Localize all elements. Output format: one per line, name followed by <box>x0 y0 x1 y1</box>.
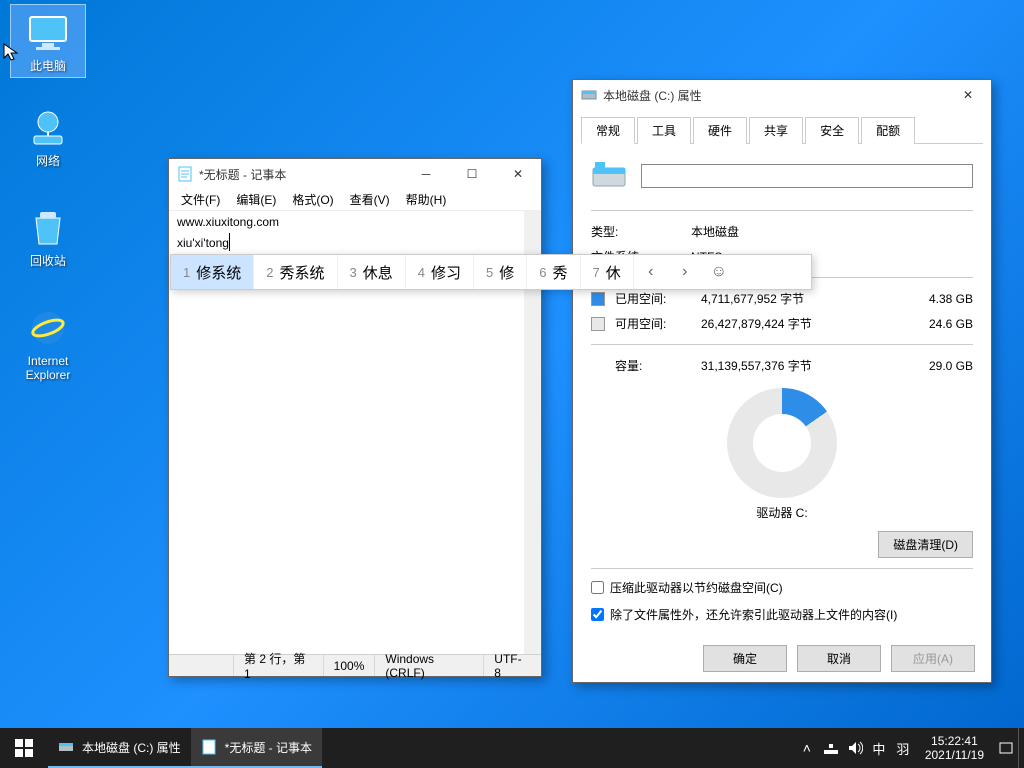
free-size: 24.6 GB <box>893 317 973 331</box>
menu-help[interactable]: 帮助(H) <box>398 189 455 210</box>
computer-icon <box>24 9 72 57</box>
disk-cleanup-button[interactable]: 磁盘清理(D) <box>878 531 973 558</box>
ime-emoji-button[interactable]: ☺ <box>702 255 736 289</box>
taskbar-item-properties[interactable]: 本地磁盘 (C:) 属性 <box>48 728 191 768</box>
desktop-icon-label: 此电脑 <box>30 59 66 73</box>
menu-view[interactable]: 查看(V) <box>342 189 398 210</box>
status-position: 第 2 行，第 1 <box>233 655 323 676</box>
drive-icon <box>58 739 74 755</box>
free-swatch <box>591 317 605 331</box>
drive-icon <box>581 87 597 103</box>
menu-edit[interactable]: 编辑(E) <box>228 189 284 210</box>
tab-quota[interactable]: 配额 <box>861 117 915 144</box>
drive-label: 驱动器 C: <box>591 504 973 521</box>
ime-candidate-4[interactable]: 4修习 <box>406 255 474 289</box>
status-encoding: UTF-8 <box>483 655 537 676</box>
titlebar[interactable]: 本地磁盘 (C:) 属性 ✕ <box>573 80 991 110</box>
index-checkbox[interactable] <box>591 608 604 621</box>
tray-chevron-up-icon[interactable]: ˄ <box>795 728 819 768</box>
apply-button[interactable]: 应用(A) <box>891 645 975 672</box>
cap-size: 29.0 GB <box>893 359 973 373</box>
free-bytes: 26,427,879,424 字节 <box>701 315 893 332</box>
tab-tools[interactable]: 工具 <box>637 117 691 144</box>
taskbar: 本地磁盘 (C:) 属性 *无标题 - 记事本 ˄ 中 羽 15:22:41 2… <box>0 728 1024 768</box>
start-button[interactable] <box>0 728 48 768</box>
tab-hardware[interactable]: 硬件 <box>693 117 747 144</box>
maximize-button[interactable]: ☐ <box>449 159 495 189</box>
desktop-icon-label: 回收站 <box>30 254 66 268</box>
tray-network-icon[interactable] <box>819 728 843 768</box>
tray-ime-lang[interactable]: 中 <box>867 728 891 768</box>
ime-prev-button[interactable]: ‹ <box>634 255 668 289</box>
show-desktop-button[interactable] <box>1018 728 1024 768</box>
system-tray: ˄ 中 羽 15:22:41 2021/11/19 <box>795 728 1024 768</box>
taskbar-item-notepad[interactable]: *无标题 - 记事本 <box>191 728 322 768</box>
tray-ime-mode[interactable]: 羽 <box>891 728 915 768</box>
menu-format[interactable]: 格式(O) <box>284 189 341 210</box>
mouse-cursor-icon <box>2 42 22 62</box>
notepad-window: *无标题 - 记事本 ─ ☐ ✕ 文件(F) 编辑(E) 格式(O) 查看(V)… <box>168 158 542 677</box>
usage-pie-chart <box>727 388 837 498</box>
tab-security[interactable]: 安全 <box>805 117 859 144</box>
free-label: 可用空间: <box>615 315 701 332</box>
notepad-icon <box>177 166 193 182</box>
compress-checkbox[interactable] <box>591 581 604 594</box>
tray-notifications-icon[interactable] <box>994 728 1018 768</box>
desktop-icon-ie[interactable]: Internet Explorer <box>10 300 86 386</box>
ok-button[interactable]: 确定 <box>703 645 787 672</box>
status-eol: Windows (CRLF) <box>374 655 483 676</box>
tray-volume-icon[interactable] <box>843 728 867 768</box>
ime-next-button[interactable]: › <box>668 255 702 289</box>
cancel-button[interactable]: 取消 <box>797 645 881 672</box>
tab-general[interactable]: 常规 <box>581 117 635 144</box>
close-button[interactable]: ✕ <box>495 159 541 189</box>
cap-bytes: 31,139,557,376 字节 <box>701 357 893 374</box>
properties-window: 本地磁盘 (C:) 属性 ✕ 常规 工具 硬件 共享 安全 配额 类型:本地磁盘… <box>572 79 992 683</box>
close-button[interactable]: ✕ <box>945 80 991 110</box>
ime-candidate-6[interactable]: 6秀 <box>527 255 580 289</box>
recycle-bin-icon <box>24 204 72 252</box>
menubar: 文件(F) 编辑(E) 格式(O) 查看(V) 帮助(H) <box>169 189 541 211</box>
index-checkbox-row[interactable]: 除了文件属性外，还允许索引此驱动器上文件的内容(I) <box>591 606 973 623</box>
drive-large-icon <box>591 158 627 194</box>
desktop-icon-label: Internet Explorer <box>26 354 71 382</box>
desktop-icon-this-pc[interactable]: 此电脑 <box>10 4 86 78</box>
statusbar: 第 2 行，第 1 100% Windows (CRLF) UTF-8 <box>169 654 541 676</box>
cap-label: 容量: <box>615 357 701 374</box>
desktop-icon-recycle-bin[interactable]: 回收站 <box>10 200 86 272</box>
tab-sharing[interactable]: 共享 <box>749 117 803 144</box>
window-title: 本地磁盘 (C:) 属性 <box>603 87 945 104</box>
type-label: 类型: <box>591 223 691 240</box>
notepad-icon <box>201 739 217 755</box>
drive-name-input[interactable] <box>641 164 973 188</box>
window-title: *无标题 - 记事本 <box>199 166 403 183</box>
used-bytes: 4,711,677,952 字节 <box>701 290 893 307</box>
used-swatch <box>591 292 605 306</box>
used-label: 已用空间: <box>615 290 701 307</box>
ime-candidate-bar: 1修系统 2秀系统 3休息 4修习 5修 6秀 7休 ‹ › ☺ <box>170 254 812 290</box>
tray-clock[interactable]: 15:22:41 2021/11/19 <box>915 734 994 762</box>
ime-candidate-7[interactable]: 7休 <box>581 255 634 289</box>
ime-candidate-5[interactable]: 5修 <box>474 255 527 289</box>
ime-candidate-1[interactable]: 1修系统 <box>171 255 254 289</box>
titlebar[interactable]: *无标题 - 记事本 ─ ☐ ✕ <box>169 159 541 189</box>
network-icon <box>24 104 72 152</box>
minimize-button[interactable]: ─ <box>403 159 449 189</box>
desktop-icon-label: 网络 <box>36 154 60 168</box>
ime-candidate-2[interactable]: 2秀系统 <box>254 255 337 289</box>
menu-file[interactable]: 文件(F) <box>173 189 228 210</box>
status-zoom: 100% <box>323 655 375 676</box>
type-value: 本地磁盘 <box>691 223 973 240</box>
ime-candidate-3[interactable]: 3休息 <box>338 255 406 289</box>
desktop-icon-network[interactable]: 网络 <box>10 100 86 172</box>
used-size: 4.38 GB <box>893 292 973 306</box>
tabstrip: 常规 工具 硬件 共享 安全 配额 <box>573 110 991 143</box>
windows-icon <box>15 739 33 757</box>
ie-icon <box>24 304 72 352</box>
compress-checkbox-row[interactable]: 压缩此驱动器以节约磁盘空间(C) <box>591 579 973 596</box>
